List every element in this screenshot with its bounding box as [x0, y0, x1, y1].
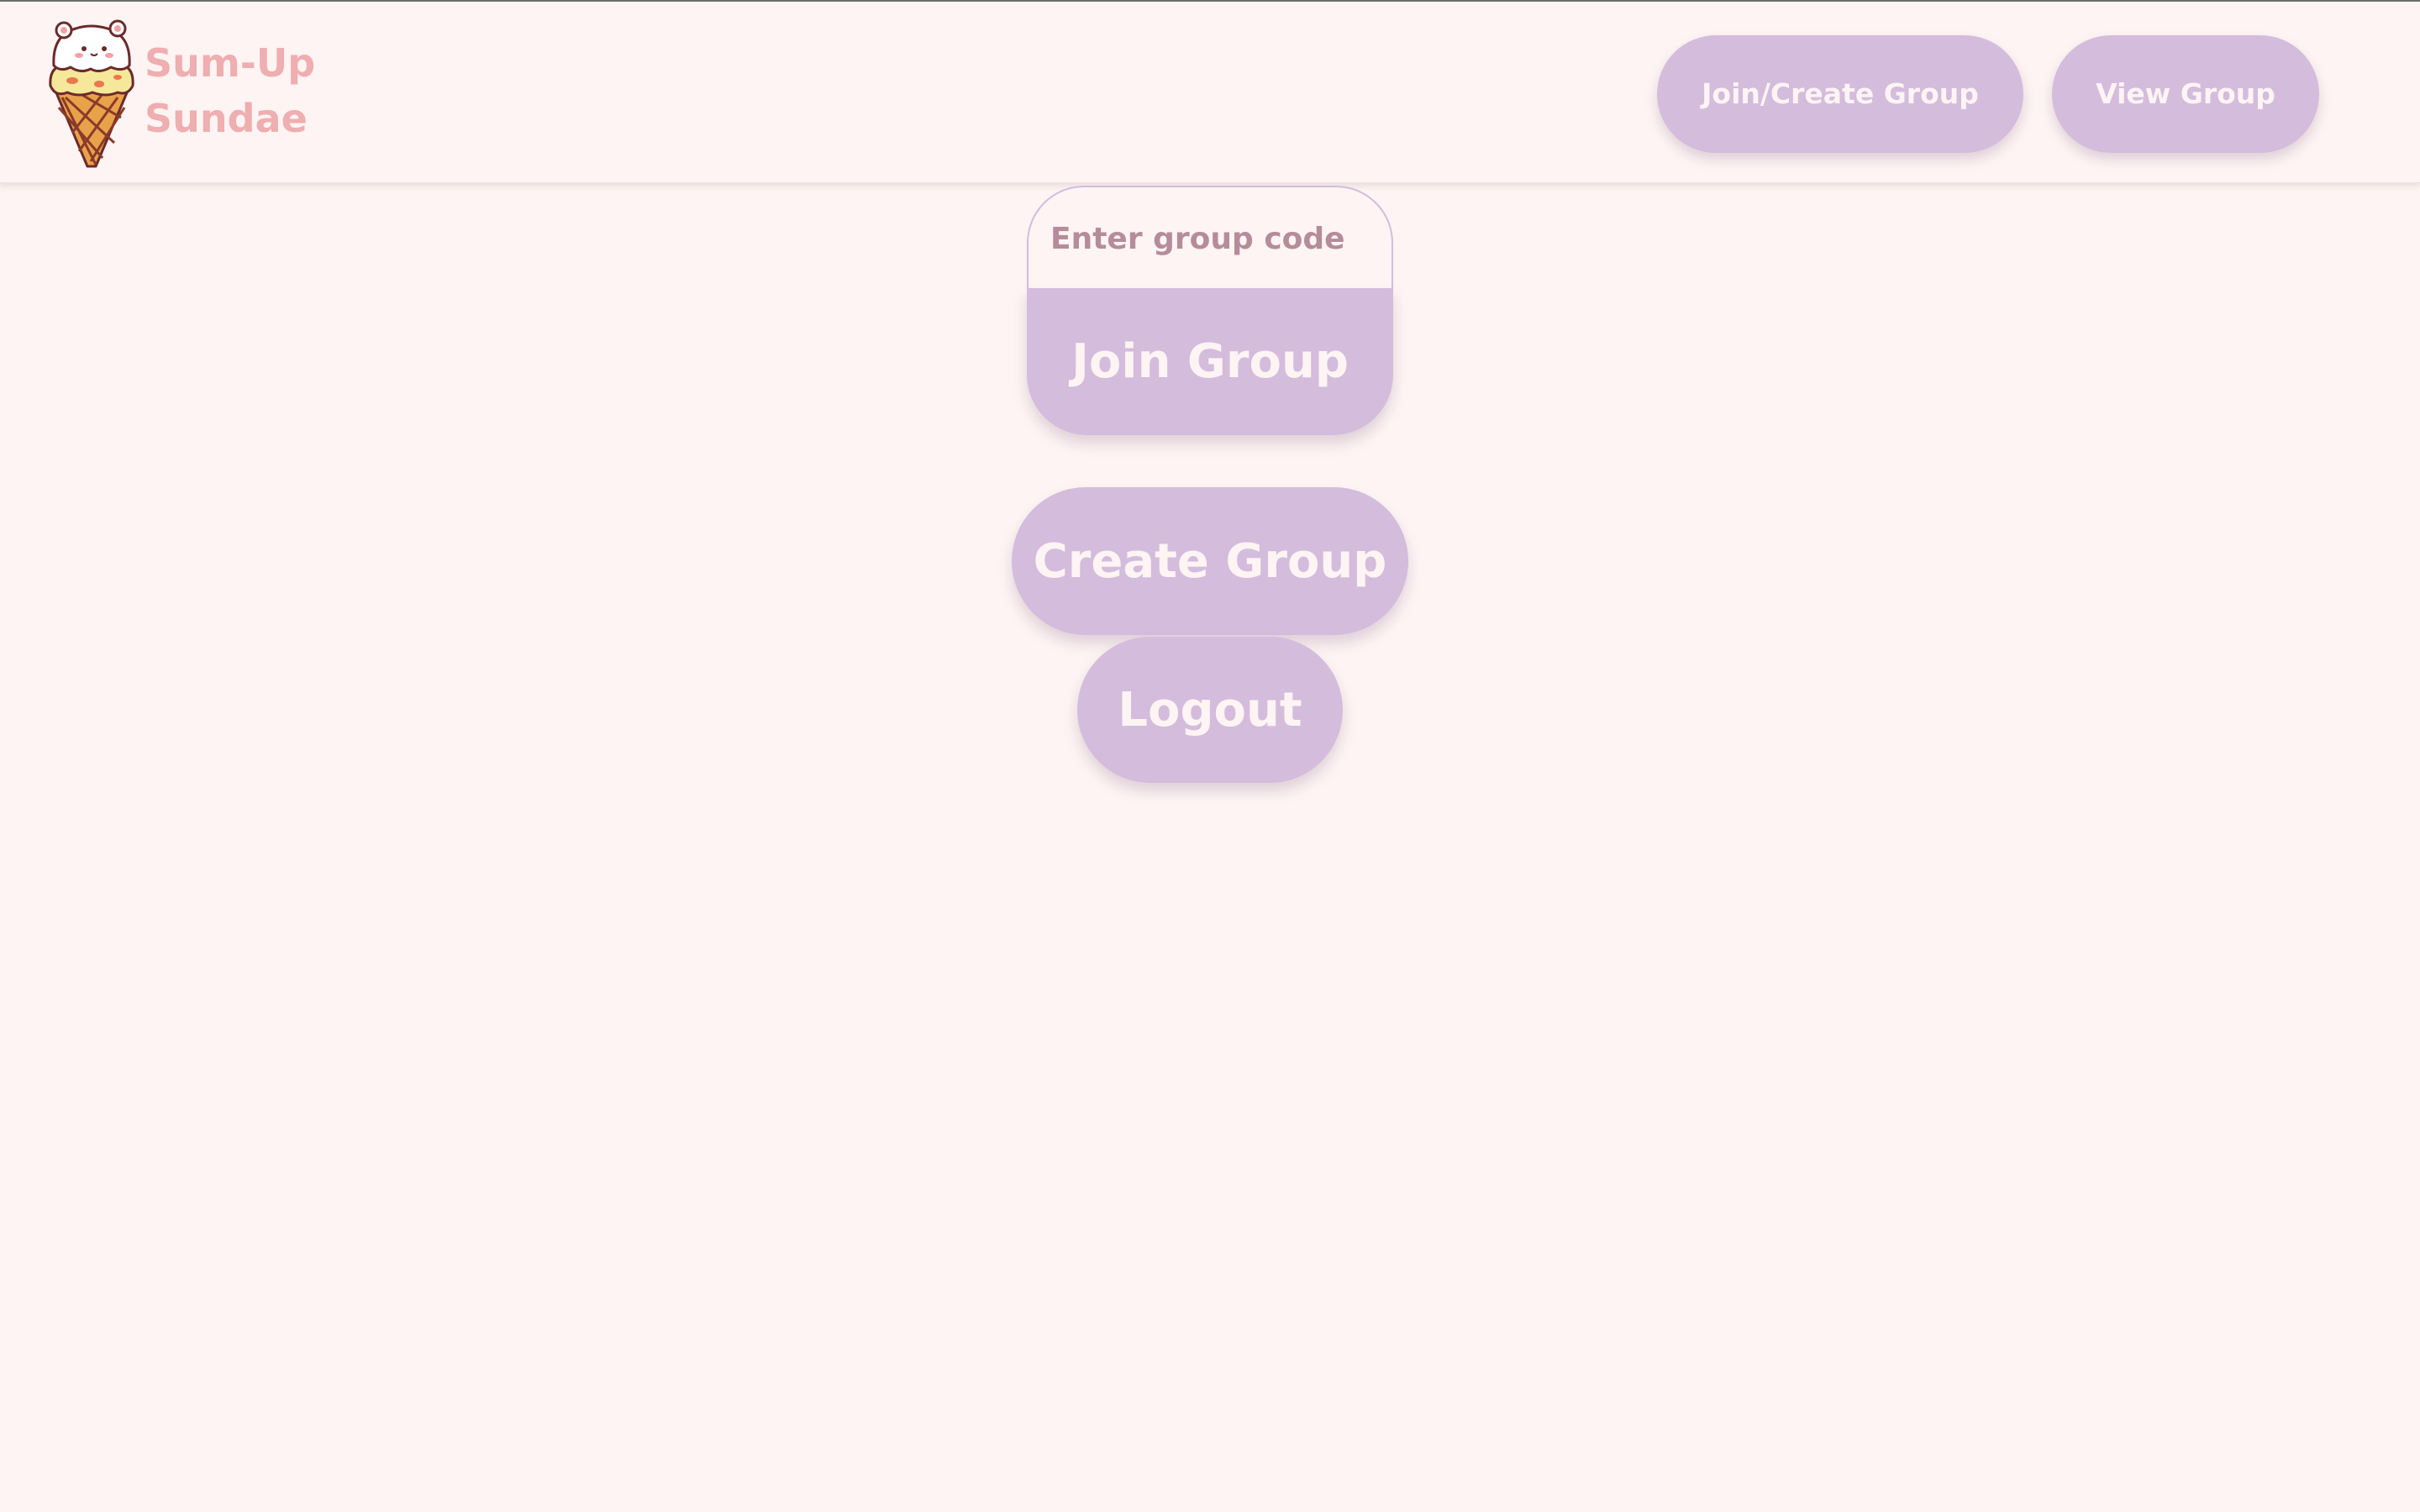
join-group-button[interactable]: Join Group	[1027, 288, 1393, 435]
brand-name-line2: Sundae	[145, 96, 308, 141]
ice-cream-cone-icon	[49, 19, 134, 168]
nav-join-create-group-button[interactable]: Join/Create Group	[1657, 35, 2023, 153]
page: Sum-Up Sundae Join/Create Group View Gro…	[0, 0, 2420, 1512]
group-code-input[interactable]	[1027, 186, 1393, 290]
brand-name-line1: Sum-Up	[145, 40, 316, 86]
brand-name: Sum-Up Sundae	[145, 35, 329, 146]
logout-button[interactable]: Logout	[1077, 637, 1343, 783]
nav-view-group-button[interactable]: View Group	[2052, 35, 2319, 153]
top-nav-bar: Sum-Up Sundae Join/Create Group View Gro…	[0, 0, 2420, 183]
create-group-button[interactable]: Create Group	[1012, 487, 1408, 635]
